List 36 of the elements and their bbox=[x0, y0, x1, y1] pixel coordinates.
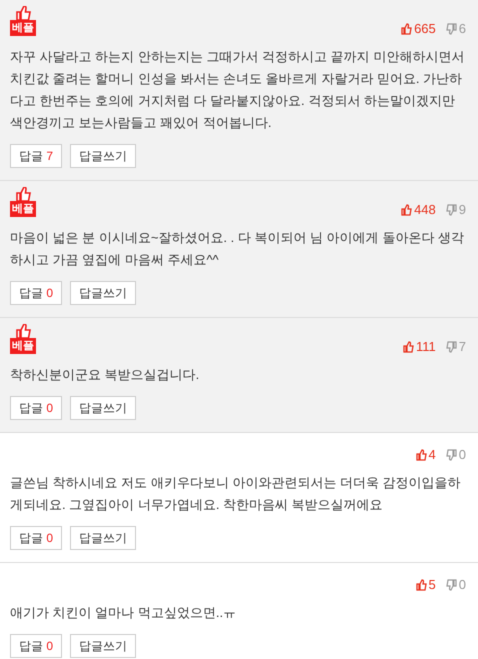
replies-button[interactable]: 답글 7 bbox=[10, 144, 62, 168]
best-badge: 베플 bbox=[10, 20, 36, 36]
comment-text: 마음이 넓은 분 이시네요~잘하셨어요. . 다 복이되어 님 아이에게 돌아온다 생각하시고 가끔 옆집에 마음써 주세요^^ bbox=[10, 229, 465, 269]
thumbs-down-icon bbox=[446, 204, 457, 216]
thumbs-up-icon bbox=[15, 187, 31, 201]
thumbs-down-icon bbox=[446, 340, 457, 352]
write-reply-button[interactable]: 답글쓰기 bbox=[70, 526, 136, 550]
like-button[interactable]: 111 bbox=[403, 339, 436, 354]
like-button[interactable]: 4 bbox=[416, 447, 436, 462]
thumbs-down-icon bbox=[446, 448, 457, 460]
thumbs-up-icon bbox=[401, 204, 412, 216]
like-button[interactable]: 448 bbox=[401, 202, 436, 217]
replies-button[interactable]: 답글 0 bbox=[10, 634, 62, 658]
thumbs-up-icon bbox=[416, 448, 427, 460]
thumbs-up-icon bbox=[401, 22, 412, 34]
replies-button[interactable]: 답글 0 bbox=[10, 281, 62, 305]
replies-button[interactable]: 답글 0 bbox=[10, 526, 62, 550]
comment-text: 글쓴님 착하시네요 저도 애키우다보니 아이와관련되서는 더더욱 감정이입을하게되네요. 그옆집아이 너무가엽네요. 착한마음씨 복받으실꺼에요 bbox=[10, 474, 462, 514]
write-reply-button[interactable]: 답글쓰기 bbox=[70, 144, 136, 168]
replies-button[interactable]: 답글 0 bbox=[10, 396, 62, 420]
comment-text: 착하신분이군요 복받으실겁니다. bbox=[10, 366, 200, 384]
comment-text: 자꾸 사달라고 하는지 안하는지는 그때가서 걱정하시고 끝까지 미안해하시면서 치킨값 줄려는 할머니 인성을 봐서는 손녀도 올바르게 자랄거라 믿어요. 가난하다고 한번주는 호의에 거지처럼 다 달라붙지않아요. 걱정되서 하는말이겠지만 색안경끼고 보는사람들고 꽤있어 적어봅니다. bbox=[10, 48, 466, 132]
write-reply-button[interactable]: 답글쓰기 bbox=[70, 281, 136, 305]
thumbs-down-icon bbox=[446, 578, 457, 590]
thumbs-up-icon bbox=[15, 6, 31, 20]
write-reply-button[interactable]: 답글쓰기 bbox=[70, 634, 136, 658]
like-button[interactable]: 5 bbox=[416, 577, 436, 592]
thumbs-down-icon bbox=[446, 22, 457, 34]
thumbs-up-icon bbox=[15, 324, 31, 338]
like-button[interactable]: 665 bbox=[401, 21, 436, 36]
thumbs-up-icon bbox=[403, 340, 414, 352]
best-badge: 베플 bbox=[10, 201, 36, 217]
comment-text: 애기가 치킨이 얼마나 먹고싶었으면..ㅠ bbox=[10, 604, 238, 622]
thumbs-up-icon bbox=[416, 578, 427, 590]
write-reply-button[interactable]: 답글쓰기 bbox=[70, 396, 136, 420]
best-badge: 베플 bbox=[10, 338, 36, 354]
